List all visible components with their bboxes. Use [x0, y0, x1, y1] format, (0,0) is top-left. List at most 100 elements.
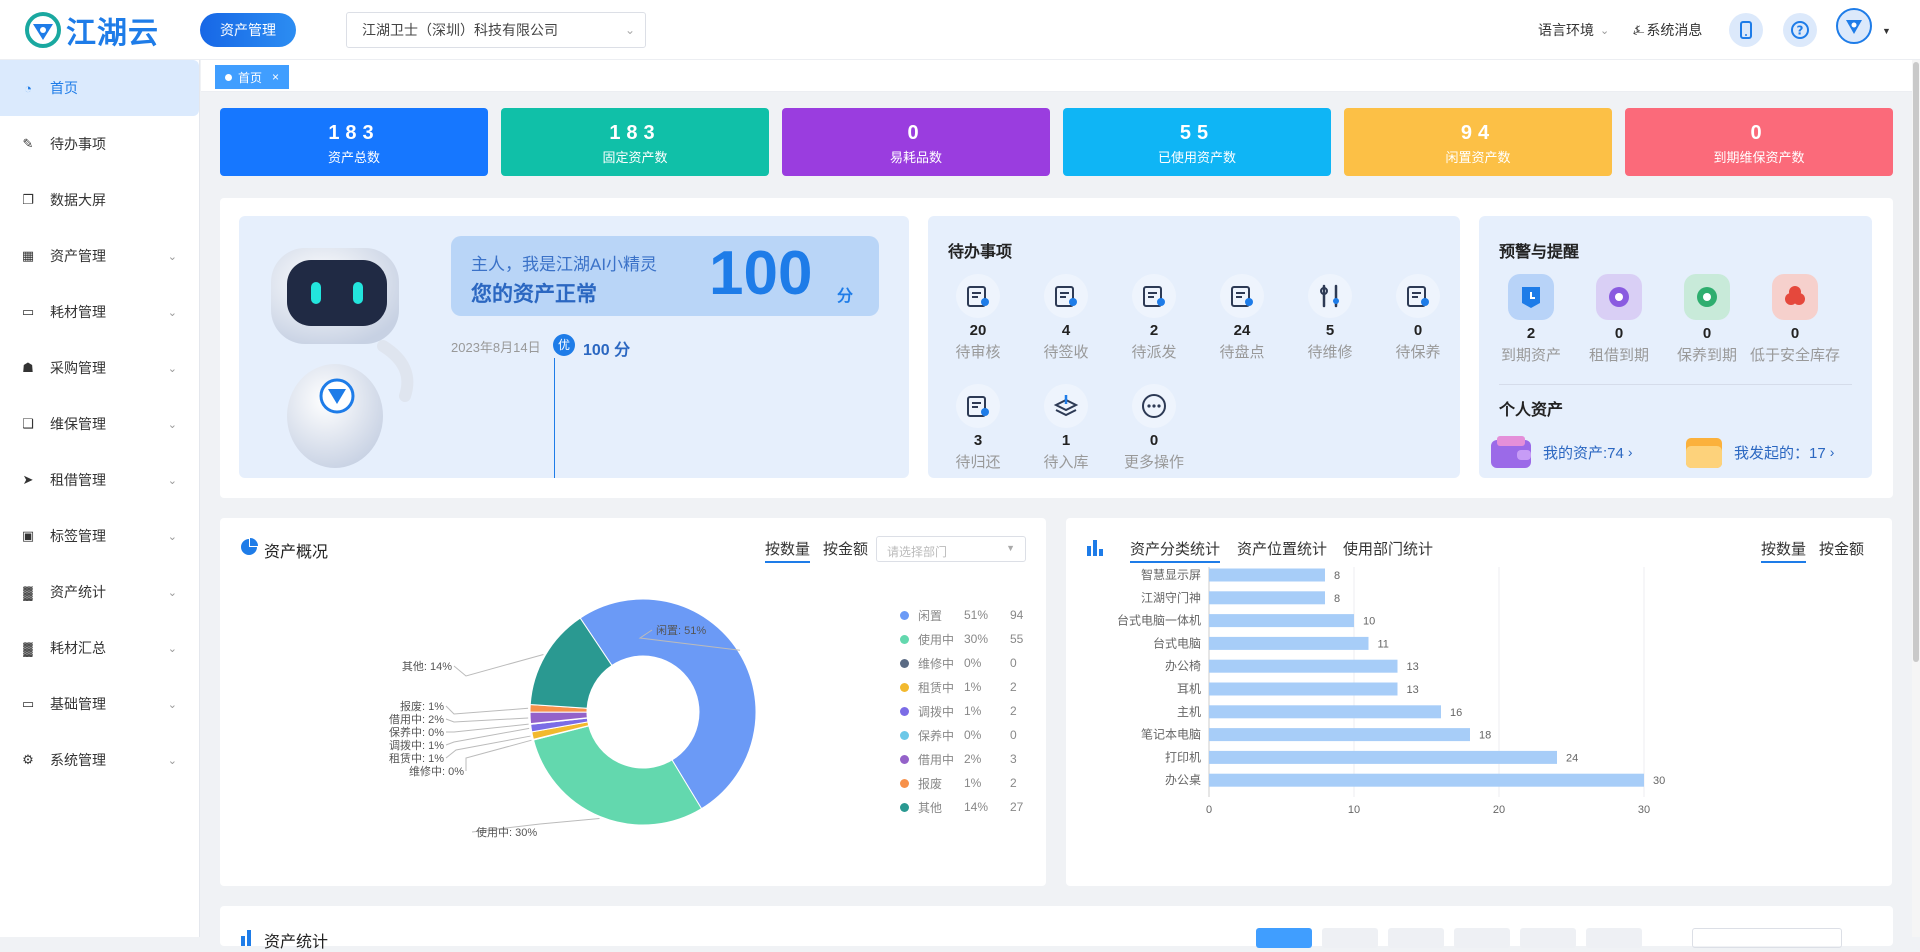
alert-item[interactable]: 0 低于安全库存 [1750, 274, 1840, 365]
chevron-down-icon: ⌄ [167, 250, 177, 263]
bar[interactable] [1209, 614, 1354, 628]
legend-item[interactable]: 闲置 51% 94 [900, 605, 1023, 625]
todo-item[interactable]: 0 更多操作 [1114, 384, 1194, 472]
stat-card[interactable]: 183 固定资产数 [501, 108, 769, 176]
stat-label: 到期维保资产数 [1713, 150, 1805, 165]
bar[interactable] [1209, 682, 1398, 696]
legend-item[interactable]: 保养中 0% 0 [900, 725, 1017, 745]
x-tick-label: 30 [1638, 804, 1650, 816]
sidebar-item-label: 耗材管理 [50, 304, 106, 320]
top-bar: 江湖云 资产管理 江湖卫士（深圳）科技有限公司 ⌄ 语言环境 ⌄ ⍼ 系统消息 … [0, 0, 1920, 60]
alert-item[interactable]: 0 保养到期 [1662, 274, 1752, 365]
chevron-down-icon: ⌄ [167, 530, 177, 543]
module-switch-button[interactable]: 资产管理 [200, 13, 296, 47]
app-logo[interactable]: 江湖云 [22, 12, 182, 51]
todo-item[interactable]: 4 待签收 [1026, 274, 1106, 362]
period-button[interactable] [1322, 928, 1378, 948]
bar[interactable] [1209, 705, 1441, 719]
sidebar-item-label: 采购管理 [50, 360, 106, 376]
avatar[interactable] [1836, 8, 1872, 44]
sidebar-item-9[interactable]: ▓ 资产统计 ⌄ [0, 564, 199, 620]
todo-label: 待签收 [1043, 344, 1089, 361]
bar[interactable] [1209, 773, 1644, 787]
sidebar-item-12[interactable]: ⚙ 系统管理 ⌄ [0, 732, 199, 788]
legend-percent: 30% [964, 632, 989, 646]
mobile-icon[interactable] [1729, 13, 1763, 47]
donut-slice[interactable] [532, 725, 703, 826]
legend-item[interactable]: 报废 1% 2 [900, 773, 1017, 793]
bar-value-label: 24 [1566, 752, 1578, 764]
stat-card[interactable]: 0 易耗品数 [782, 108, 1050, 176]
sidebar-item-5[interactable]: ☗ 采购管理 ⌄ [0, 340, 199, 396]
bar[interactable] [1209, 750, 1557, 764]
legend-item[interactable]: 使用中 30% 55 [900, 629, 1023, 649]
sidebar-item-11[interactable]: ▭ 基础管理 ⌄ [0, 676, 199, 732]
bar[interactable] [1209, 591, 1325, 605]
period-button[interactable] [1586, 928, 1642, 948]
stat-card[interactable]: 0 到期维保资产数 [1625, 108, 1893, 176]
legend-item[interactable]: 借用中 2% 3 [900, 749, 1017, 769]
todo-item[interactable]: 0 待保养 [1378, 274, 1458, 362]
period-button[interactable] [1454, 928, 1510, 948]
chevron-down-icon: ⌄ [167, 418, 177, 431]
bar[interactable] [1209, 568, 1325, 582]
sidebar-item-0[interactable]: ◔ 首页 [0, 60, 199, 116]
sidebar-item-4[interactable]: ▭ 耗材管理 ⌄ [0, 284, 199, 340]
scrollbar-thumb[interactable] [1913, 62, 1919, 662]
stat-card[interactable]: 183 资产总数 [220, 108, 488, 176]
legend-item[interactable]: 租赁中 1% 2 [900, 677, 1017, 697]
language-switch[interactable]: 语言环境 ⌄ [1538, 0, 1609, 60]
sidebar-item-7[interactable]: ➤ 租借管理 ⌄ [0, 452, 199, 508]
todo-item[interactable]: 5 待维修 [1290, 274, 1370, 362]
bar-value-label: 13 [1407, 661, 1419, 673]
tab-home[interactable]: 首页 × [215, 65, 290, 89]
sidebar-item-1[interactable]: ✎ 待办事项 [0, 116, 199, 172]
stat-card[interactable]: 94 闲置资产数 [1344, 108, 1612, 176]
stat-card[interactable]: 55 已使用资产数 [1063, 108, 1331, 176]
active-dot-icon [225, 73, 232, 81]
close-icon[interactable]: × [272, 70, 279, 84]
donut-leader-line [445, 705, 529, 715]
legend-item[interactable]: 维修中 0% 0 [900, 653, 1017, 673]
legend-item[interactable]: 调拨中 1% 2 [900, 701, 1017, 721]
page-scrollbar[interactable] [1912, 60, 1920, 937]
y-category-label: 主机 [1177, 705, 1201, 719]
company-select[interactable]: 江湖卫士（深圳）科技有限公司 ⌄ [346, 12, 646, 48]
todo-item[interactable]: 2 待派发 [1114, 274, 1194, 362]
period-button[interactable] [1388, 928, 1444, 948]
ai-timeline-line [554, 358, 555, 478]
help-icon[interactable]: ? [1783, 13, 1817, 47]
todo-item[interactable]: 1 待入库 [1026, 384, 1106, 472]
legend-dot [900, 778, 909, 788]
my-started-link[interactable]: 我发起的：17 › [1684, 434, 1834, 470]
period-button[interactable] [1256, 928, 1312, 948]
todo-item[interactable]: 3 待归还 [938, 384, 1018, 472]
chevron-down-icon: ⌄ [1600, 24, 1610, 37]
bar[interactable] [1209, 728, 1470, 742]
todo-item[interactable]: 20 待审核 [938, 274, 1018, 362]
todo-item[interactable]: 24 待盘点 [1202, 274, 1282, 362]
my-assets-link[interactable]: 我的资产:74 › [1489, 434, 1633, 470]
legend-item[interactable]: 其他 14% 27 [900, 797, 1023, 817]
sidebar-item-8[interactable]: ▣ 标签管理 ⌄ [0, 508, 199, 564]
bar[interactable] [1209, 659, 1398, 673]
book-icon: ▭ [21, 696, 35, 711]
bar[interactable] [1209, 636, 1369, 650]
sidebar-item-3[interactable]: ▦ 资产管理 ⌄ [0, 228, 199, 284]
alert-item[interactable]: 0 租借到期 [1574, 274, 1664, 365]
period-button[interactable] [1520, 928, 1576, 948]
date-range-picker[interactable] [1692, 928, 1842, 948]
todo-label: 待盘点 [1219, 344, 1265, 361]
legend-dot [900, 682, 909, 692]
sidebar-item-10[interactable]: ▓ 耗材汇总 ⌄ [0, 620, 199, 676]
sidebar-item-2[interactable]: ❐ 数据大屏 [0, 172, 199, 228]
todo-count: 2 [1149, 322, 1159, 339]
todo-label: 待审核 [955, 344, 1001, 361]
alert-item[interactable]: 2 到期资产 [1486, 274, 1576, 365]
caret-down-icon[interactable]: ▼ [1882, 26, 1891, 36]
y-category-label: 耳机 [1177, 682, 1201, 696]
sidebar-item-6[interactable]: ❑ 维保管理 ⌄ [0, 396, 199, 452]
todo-count: 3 [973, 432, 983, 449]
stat-label: 易耗品数 [889, 150, 942, 165]
system-message-link[interactable]: ⍼ 系统消息 [1633, 0, 1702, 60]
